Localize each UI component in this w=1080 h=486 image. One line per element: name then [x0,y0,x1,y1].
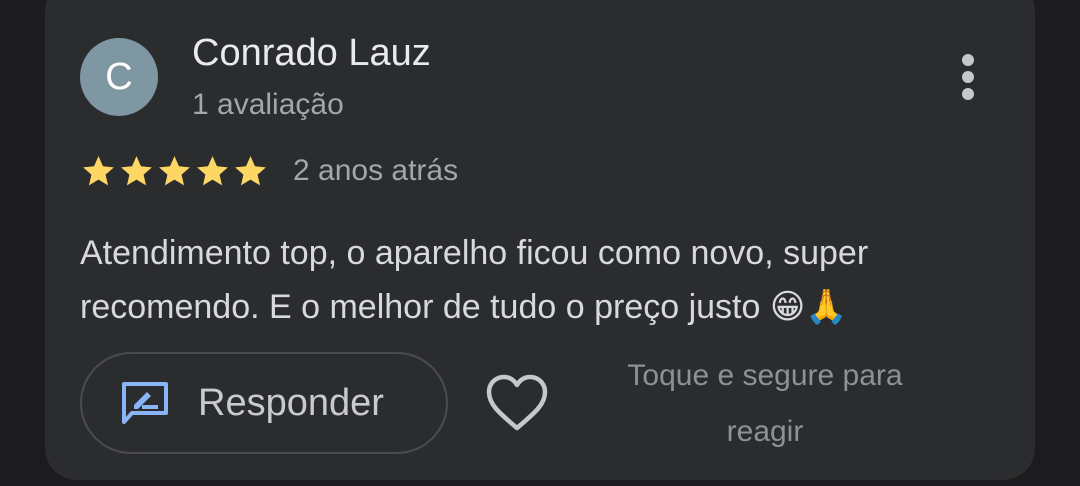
star-icon [235,155,266,185]
reply-label: Responder [198,381,384,424]
star-icon [83,155,114,185]
star-icon [121,155,152,185]
react-hint: Toque e segure para reagir [627,359,903,448]
star-icon [159,155,190,185]
star-rating [80,152,269,190]
more-vert-icon-dot [962,71,974,83]
reply-review-icon [122,382,168,424]
more-options-button[interactable] [946,50,990,104]
avatar[interactable]: C [80,38,158,116]
review-text: Atendimento top, o aparelho ficou como n… [80,234,869,326]
heart-outline-icon[interactable] [484,372,550,434]
author-name[interactable]: Conrado Lauz [192,30,431,76]
avatar-initial: C [105,55,133,98]
reply-button[interactable]: Responder [80,352,448,454]
author-review-count: 1 avaliação [192,88,344,121]
star-icon [197,155,228,185]
review-time: 2 anos atrás [293,154,459,187]
more-vert-icon [962,54,974,66]
more-vert-icon-dot [962,88,974,100]
